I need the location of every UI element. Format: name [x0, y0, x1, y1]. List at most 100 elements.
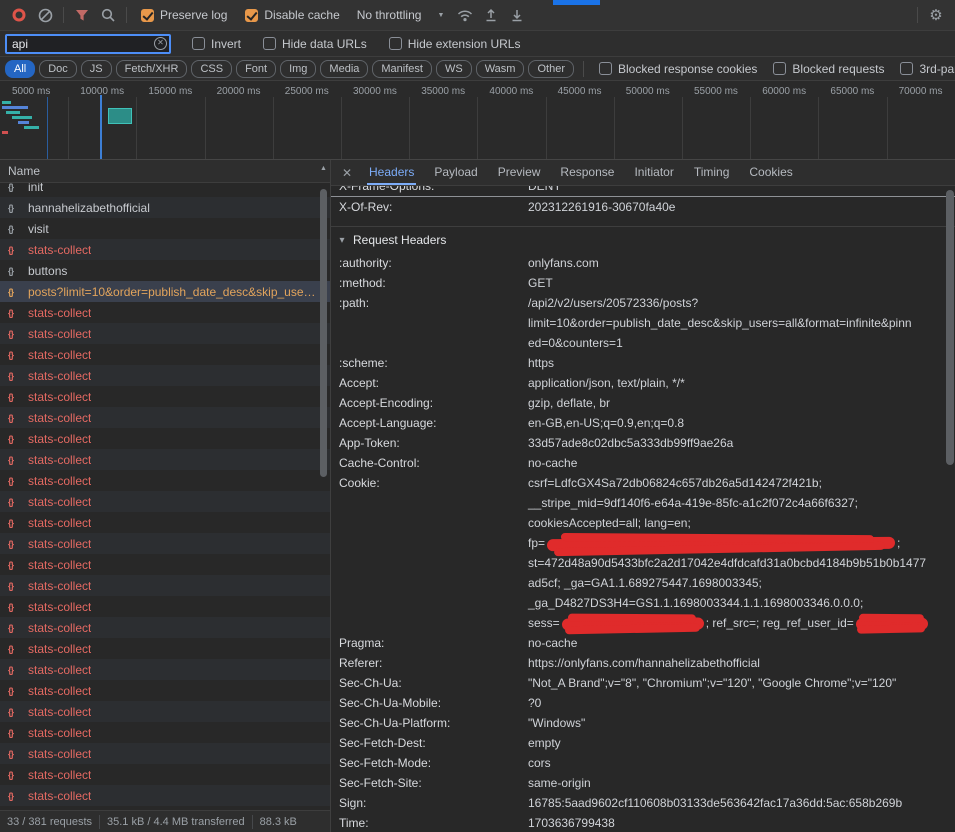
request-row[interactable]: {}stats-collect — [0, 449, 330, 470]
request-row[interactable]: {}stats-collect — [0, 701, 330, 722]
request-name: stats-collect — [28, 348, 91, 362]
request-row[interactable]: {}stats-collect — [0, 491, 330, 512]
timeline-tick-label: 15000 ms — [148, 86, 192, 97]
request-name: stats-collect — [28, 516, 91, 530]
header-value: 1703636799438 — [528, 813, 955, 832]
type-filter-other[interactable]: Other — [528, 60, 574, 78]
request-row[interactable]: {}stats-collect — [0, 428, 330, 449]
type-filter-js[interactable]: JS — [81, 60, 112, 78]
search-button[interactable] — [95, 3, 121, 27]
network-activity-overview[interactable]: 5000 ms10000 ms15000 ms20000 ms25000 ms3… — [0, 81, 955, 160]
tab-cookies[interactable]: Cookies — [739, 160, 802, 185]
request-name: stats-collect — [28, 705, 91, 719]
type-filter-img[interactable]: Img — [280, 60, 316, 78]
filter-input-wrap: ✕ — [5, 34, 171, 54]
blocked-requests-checkbox[interactable]: Blocked requests — [773, 62, 884, 76]
request-row[interactable]: {}stats-collect — [0, 533, 330, 554]
clear-network-log-button[interactable] — [32, 3, 58, 27]
tab-preview[interactable]: Preview — [488, 160, 551, 185]
response-header-row: X-Frame-Options: DENY — [331, 186, 955, 197]
name-column-header[interactable]: Name — [0, 160, 330, 183]
request-row[interactable]: {}stats-collect — [0, 323, 330, 344]
clear-filter-icon[interactable]: ✕ — [154, 37, 167, 50]
request-row[interactable]: {}stats-collect — [0, 344, 330, 365]
request-row[interactable]: {}stats-collect — [0, 302, 330, 323]
request-header-row: Sec-Fetch-Mode:cors — [331, 753, 955, 773]
request-row[interactable]: {}stats-collect — [0, 722, 330, 743]
request-name: stats-collect — [28, 642, 91, 656]
request-type-icon: {} — [8, 287, 22, 297]
timeline-gridline — [136, 97, 137, 159]
type-filter-media[interactable]: Media — [320, 60, 368, 78]
hide-extension-urls-checkbox[interactable]: Hide extension URLs — [389, 37, 521, 51]
settings-gear-icon[interactable]: ⚙ — [923, 3, 949, 27]
request-row[interactable]: {}stats-collect — [0, 638, 330, 659]
scroll-up-icon[interactable]: ▲ — [318, 163, 329, 175]
header-name: Sec-Ch-Ua: — [331, 673, 528, 693]
arrow-down-tray-icon — [510, 8, 524, 22]
scrollbar-thumb[interactable] — [946, 190, 954, 465]
filter-toggle-button[interactable] — [69, 3, 95, 27]
disable-cache-checkbox[interactable]: Disable cache — [245, 8, 339, 22]
request-row[interactable]: {}stats-collect — [0, 764, 330, 785]
type-filter-all[interactable]: All — [5, 60, 35, 78]
request-row[interactable]: {}stats-collect — [0, 554, 330, 575]
network-filter-input[interactable] — [5, 34, 171, 54]
request-type-icon: {} — [8, 308, 22, 318]
request-row[interactable]: {}posts?limit=10&order=publish_date_desc… — [0, 281, 330, 302]
caret-down-icon: ▼ — [437, 12, 444, 19]
request-row[interactable]: {}stats-collect — [0, 659, 330, 680]
throttling-select[interactable]: No throttling ▼ — [357, 8, 445, 22]
request-row[interactable]: {}stats-collect — [0, 617, 330, 638]
type-filter-css[interactable]: CSS — [191, 60, 232, 78]
request-row[interactable]: {}stats-collect — [0, 512, 330, 533]
tab-timing[interactable]: Timing — [684, 160, 740, 185]
request-row[interactable]: {}stats-collect — [0, 470, 330, 491]
third-party-requests-checkbox[interactable]: 3rd-party requests — [900, 62, 955, 76]
type-filter-fetch-xhr[interactable]: Fetch/XHR — [116, 60, 188, 78]
details-scrollbar[interactable] — [945, 186, 955, 832]
hide-data-urls-checkbox[interactable]: Hide data URLs — [263, 37, 367, 51]
type-filter-wasm[interactable]: Wasm — [476, 60, 525, 78]
request-row[interactable]: {}stats-collect — [0, 785, 330, 806]
invert-checkbox[interactable]: Invert — [192, 37, 241, 51]
checkbox-box — [245, 9, 258, 22]
tab-response[interactable]: Response — [550, 160, 624, 185]
tab-payload[interactable]: Payload — [424, 160, 487, 185]
request-row[interactable]: {}buttons — [0, 260, 330, 281]
request-row[interactable]: {}stats-collect — [0, 239, 330, 260]
record-button[interactable] — [6, 3, 32, 27]
request-row[interactable]: {}stats-collect — [0, 680, 330, 701]
export-har-button[interactable] — [504, 3, 530, 27]
request-row[interactable]: {}stats-collect — [0, 743, 330, 764]
preserve-log-checkbox[interactable]: Preserve log — [141, 8, 227, 22]
tab-initiator[interactable]: Initiator — [624, 160, 683, 185]
request-headers-section-header[interactable]: ▾ Request Headers — [331, 227, 955, 253]
request-list-scrollbar[interactable]: ▲ — [318, 163, 329, 808]
request-row[interactable]: {}hannahelizabethofficial — [0, 197, 330, 218]
request-row[interactable]: {}stats-collect — [0, 596, 330, 617]
request-row[interactable]: {}init — [0, 183, 330, 197]
type-filter-ws[interactable]: WS — [436, 60, 472, 78]
request-row[interactable]: {}visit — [0, 218, 330, 239]
header-value: 202312261916-30670fa40e — [528, 197, 955, 217]
close-details-icon[interactable]: ✕ — [335, 166, 359, 180]
request-name: stats-collect — [28, 726, 91, 740]
type-filter-manifest[interactable]: Manifest — [372, 60, 432, 78]
import-har-button[interactable] — [478, 3, 504, 27]
tab-headers[interactable]: Headers — [359, 160, 424, 185]
scrollbar-thumb[interactable] — [320, 189, 327, 477]
network-conditions-button[interactable] — [452, 3, 478, 27]
request-type-icon: {} — [8, 476, 22, 486]
request-row[interactable]: {}stats-collect — [0, 386, 330, 407]
request-row[interactable]: {}stats-collect — [0, 407, 330, 428]
request-row[interactable]: {}stats-collect — [0, 365, 330, 386]
type-filter-font[interactable]: Font — [236, 60, 276, 78]
request-type-icon: {} — [8, 434, 22, 444]
blocked-response-cookies-checkbox[interactable]: Blocked response cookies — [599, 62, 757, 76]
request-row[interactable]: {}stats-collect — [0, 575, 330, 596]
request-name: buttons — [28, 264, 67, 278]
toolbar-right-group: ⚙ — [912, 3, 949, 27]
request-type-icon: {} — [8, 245, 22, 255]
type-filter-doc[interactable]: Doc — [39, 60, 77, 78]
